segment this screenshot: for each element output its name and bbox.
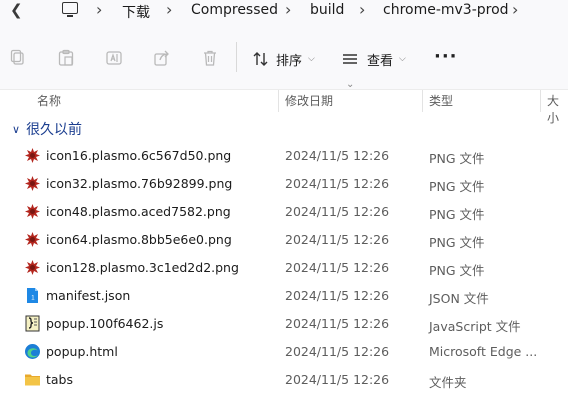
breadcrumb-item-downloads[interactable]: 下载 [122, 2, 150, 22]
list-item[interactable]: icon128.plasmo.3c1ed2d2.png 2024/11/5 12… [0, 254, 568, 282]
chevron-down-icon[interactable]: ❮ [10, 1, 23, 19]
file-type: Microsoft Edge ... [429, 344, 538, 359]
breadcrumb-item-compressed[interactable]: Compressed [191, 2, 278, 18]
file-type: 文件夹 [429, 375, 467, 390]
rename-icon[interactable] [105, 49, 123, 67]
sort-label: 排序 [276, 53, 303, 69]
list-item[interactable]: tabs 2024/11/5 12:26 文件夹 [0, 366, 568, 394]
delete-icon[interactable] [201, 49, 219, 67]
file-name: icon64.plasmo.8bb5e6e0.png [46, 232, 232, 247]
image-file-icon [24, 203, 41, 220]
breadcrumb-item-chrome-mv3-prod[interactable]: chrome-mv3-prod [383, 2, 509, 18]
image-file-icon [24, 175, 41, 192]
column-divider[interactable] [278, 90, 279, 112]
file-type: PNG 文件 [429, 235, 485, 250]
sort-icon [253, 52, 268, 66]
edge-html-icon [24, 343, 41, 360]
chevron-down-icon: ⌵ [308, 54, 315, 64]
list-item[interactable]: icon48.plasmo.aced7582.png 2024/11/5 12:… [0, 198, 568, 226]
column-header-date[interactable]: 修改日期 [285, 90, 333, 112]
file-date: 2024/11/5 12:26 [285, 316, 390, 331]
file-name: icon48.plasmo.aced7582.png [46, 204, 231, 219]
list-item[interactable]: icon16.plasmo.6c567d50.png 2024/11/5 12:… [0, 142, 568, 170]
chevron-right-icon[interactable]: › [166, 0, 172, 19]
folder-icon [24, 371, 41, 388]
column-divider[interactable] [540, 90, 541, 112]
breadcrumb-item-build[interactable]: build [310, 2, 344, 18]
view-list-icon [343, 54, 357, 64]
file-type: JavaScript 文件 [429, 319, 521, 334]
chevron-right-icon[interactable]: › [285, 0, 291, 19]
file-date: 2024/11/5 12:26 [285, 260, 390, 275]
image-file-icon [24, 147, 41, 164]
image-file-icon [24, 231, 41, 248]
sort-indicator-icon: ⌄ [346, 79, 355, 90]
paste-icon[interactable] [57, 49, 75, 67]
image-file-icon [24, 259, 41, 276]
share-icon[interactable] [153, 49, 171, 67]
file-date: 2024/11/5 12:26 [285, 176, 390, 191]
list-item[interactable]: popup.100f6462.js 2024/11/5 12:26 JavaSc… [0, 310, 568, 338]
list-item[interactable]: 1 manifest.json 2024/11/5 12:26 JSON 文件 [0, 282, 568, 310]
list-item[interactable]: popup.html 2024/11/5 12:26 Microsoft Edg… [0, 338, 568, 366]
file-date: 2024/11/5 12:26 [285, 204, 390, 219]
copy-icon[interactable] [9, 49, 27, 67]
js-file-icon [24, 315, 41, 332]
this-pc-icon[interactable] [62, 2, 78, 17]
chevron-down-icon: ⌵ [399, 54, 406, 64]
toolbar-divider [236, 42, 237, 72]
list-item[interactable]: icon32.plasmo.76b92899.png 2024/11/5 12:… [0, 170, 568, 198]
file-name: popup.html [46, 344, 118, 359]
column-header-size[interactable]: 大小 [547, 90, 568, 125]
view-button[interactable]: 查看 ⌵ [341, 48, 406, 70]
chevron-right-icon[interactable]: › [96, 0, 102, 19]
file-type: PNG 文件 [429, 151, 485, 166]
file-name: manifest.json [46, 288, 131, 303]
address-bar[interactable]: ❮ › 下载 › Compressed › build › chrome-mv3… [0, 0, 568, 24]
chevron-down-icon: ∨ [12, 122, 21, 136]
file-name: popup.100f6462.js [46, 316, 164, 331]
command-bar: 排序 ⌵ 查看 ⌵ ··· [0, 24, 568, 90]
list-item[interactable]: icon64.plasmo.8bb5e6e0.png 2024/11/5 12:… [0, 226, 568, 254]
column-divider[interactable] [422, 90, 423, 112]
chevron-right-icon[interactable]: › [512, 0, 518, 19]
column-header-row: ⌄ 名称 修改日期 类型 大小 [0, 79, 568, 125]
file-name: tabs [46, 372, 74, 387]
more-options-button[interactable]: ··· [434, 46, 458, 67]
group-header[interactable]: ∨ 很久以前 [12, 119, 82, 139]
sort-button[interactable]: 排序 ⌵ [252, 48, 315, 70]
file-type: PNG 文件 [429, 207, 485, 222]
file-date: 2024/11/5 12:26 [285, 288, 390, 303]
file-name: icon32.plasmo.76b92899.png [46, 176, 233, 191]
file-date: 2024/11/5 12:26 [285, 344, 390, 359]
file-name: icon128.plasmo.3c1ed2d2.png [46, 260, 239, 275]
column-header-type[interactable]: 类型 [429, 90, 453, 112]
column-header-name[interactable]: 名称 [37, 90, 61, 112]
json-file-icon: 1 [24, 287, 41, 304]
file-type: PNG 文件 [429, 179, 485, 194]
file-date: 2024/11/5 12:26 [285, 372, 390, 387]
view-label: 查看 [367, 53, 394, 69]
file-type: JSON 文件 [429, 291, 489, 306]
group-label: 很久以前 [26, 122, 83, 138]
file-type: PNG 文件 [429, 263, 485, 278]
file-name: icon16.plasmo.6c567d50.png [46, 148, 232, 163]
chevron-right-icon[interactable]: › [359, 0, 365, 19]
file-date: 2024/11/5 12:26 [285, 232, 390, 247]
file-date: 2024/11/5 12:26 [285, 148, 390, 163]
